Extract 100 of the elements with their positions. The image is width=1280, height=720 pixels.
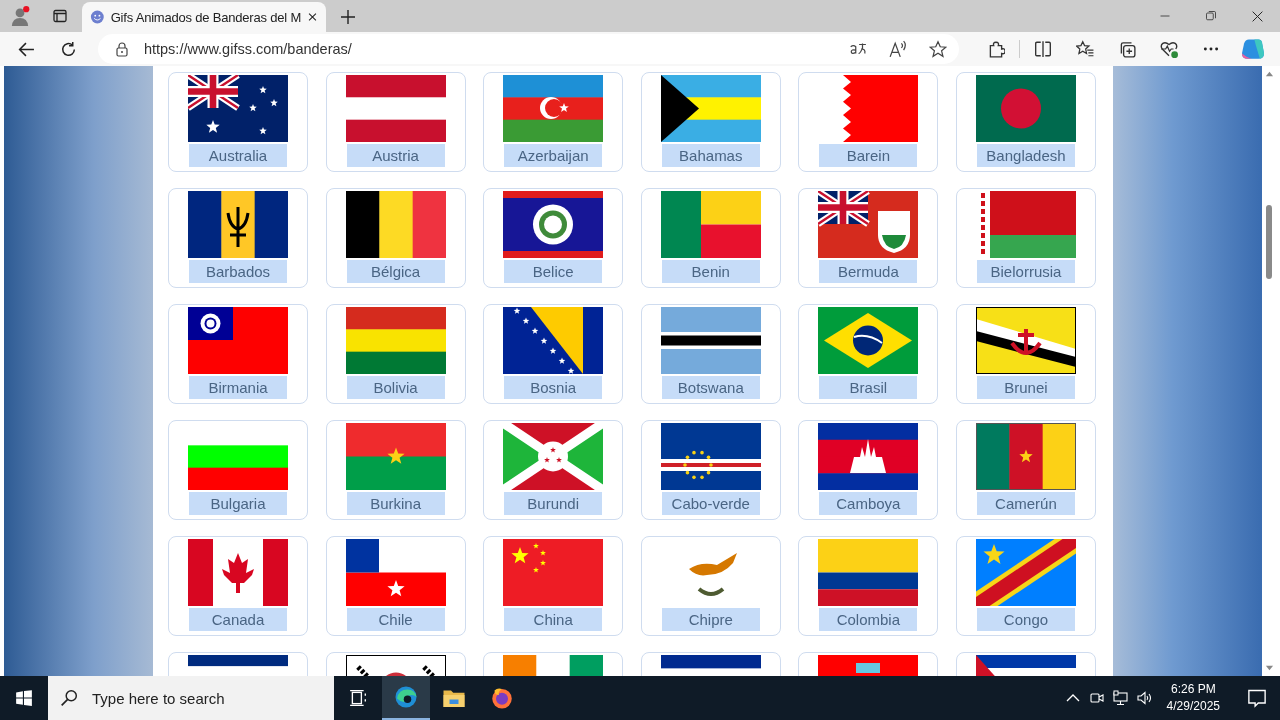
country-link[interactable]: Brunei: [976, 376, 1075, 399]
flag-icon[interactable]: [188, 191, 288, 258]
favorites-icon[interactable]: [1076, 40, 1095, 58]
windows-icon[interactable]: [15, 689, 33, 707]
flag-card[interactable]: Brunei: [955, 304, 1096, 404]
country-link[interactable]: Belice: [504, 260, 603, 283]
country-link[interactable]: Bielorrusia: [976, 260, 1075, 283]
flag-card[interactable]: Bielorrusia: [955, 188, 1096, 288]
volume-icon[interactable]: [1136, 690, 1153, 706]
flag-card[interactable]: Chile: [325, 536, 466, 636]
flag-icon[interactable]: [345, 539, 446, 606]
flag-icon[interactable]: [818, 307, 919, 374]
copilot-icon[interactable]: [1242, 38, 1265, 60]
country-link[interactable]: Benin: [661, 260, 760, 283]
flag-icon[interactable]: [503, 191, 604, 258]
flag-card[interactable]: Camboya: [798, 420, 939, 520]
country-link[interactable]: Burundi: [504, 492, 603, 515]
country-link[interactable]: Bosnia: [504, 376, 603, 399]
flag-icon[interactable]: [345, 191, 446, 258]
flag-icon[interactable]: [975, 307, 1076, 374]
read-aloud-icon[interactable]: [889, 40, 908, 58]
country-link[interactable]: Canada: [189, 608, 287, 631]
country-link[interactable]: Bélgica: [346, 260, 445, 283]
back-arrow-icon[interactable]: [18, 40, 36, 58]
country-link[interactable]: Barbados: [189, 260, 287, 283]
clock[interactable]: 6:26 PM 4/29/2025: [1160, 681, 1226, 715]
flag-card[interactable]: Benin: [640, 188, 781, 288]
flag-card[interactable]: Cabo-verde: [640, 420, 781, 520]
tab-actions-icon[interactable]: [52, 8, 68, 24]
star-icon[interactable]: [929, 40, 948, 58]
flag-card[interactable]: Australia: [168, 72, 308, 172]
scroll-down-icon[interactable]: [1264, 663, 1274, 672]
flag-card[interactable]: Bélgica: [325, 188, 466, 288]
profile-icon[interactable]: [10, 6, 30, 26]
country-link[interactable]: Bulgaria: [189, 492, 287, 515]
flag-icon[interactable]: [660, 423, 761, 490]
search-field[interactable]: Type here to search: [48, 676, 334, 720]
flag-card[interactable]: Bahamas: [640, 72, 781, 172]
country-link[interactable]: Burkina: [346, 492, 445, 515]
firefox-icon[interactable]: [490, 686, 514, 710]
close-icon[interactable]: [1250, 9, 1264, 23]
refresh-icon[interactable]: [60, 40, 78, 58]
plus-icon[interactable]: [340, 9, 356, 25]
close-icon[interactable]: [307, 11, 318, 23]
flag-card[interactable]: Camerún: [955, 420, 1096, 520]
flag-icon[interactable]: [503, 307, 604, 374]
flag-card[interactable]: Barein: [798, 72, 939, 172]
browser-tab[interactable]: Gifs Animados de Banderas del M: [82, 2, 326, 32]
network-icon[interactable]: [1112, 690, 1129, 706]
country-link[interactable]: Bahamas: [661, 144, 760, 167]
edge-icon[interactable]: [394, 685, 418, 709]
flag-card[interactable]: Bermuda: [798, 188, 939, 288]
flag-card[interactable]: Azerbaijan: [483, 72, 624, 172]
camera-icon[interactable]: [1088, 690, 1105, 706]
flag-card[interactable]: Burundi: [483, 420, 624, 520]
puzzle-icon[interactable]: [987, 40, 1006, 58]
country-link[interactable]: Camerún: [976, 492, 1075, 515]
scroll-up-icon[interactable]: [1264, 70, 1274, 79]
notification-icon[interactable]: [1247, 688, 1267, 708]
country-link[interactable]: Brasil: [819, 376, 918, 399]
country-link[interactable]: Camboya: [819, 492, 918, 515]
country-link[interactable]: China: [504, 608, 603, 631]
flag-icon[interactable]: [188, 75, 288, 142]
flag-card[interactable]: Barbados: [168, 188, 308, 288]
country-link[interactable]: Birmania: [189, 376, 287, 399]
flag-card[interactable]: Congo: [955, 536, 1096, 636]
flag-card[interactable]: Austria: [325, 72, 466, 172]
flag-card[interactable]: Bosnia: [483, 304, 624, 404]
flag-card[interactable]: Birmania: [168, 304, 308, 404]
flag-icon[interactable]: [818, 539, 919, 606]
country-link[interactable]: Bangladesh: [976, 144, 1075, 167]
country-link[interactable]: Botswana: [661, 376, 760, 399]
flag-card[interactable]: Bulgaria: [168, 420, 308, 520]
flag-card[interactable]: China: [483, 536, 624, 636]
country-link[interactable]: Azerbaijan: [504, 144, 603, 167]
flag-icon[interactable]: [818, 423, 919, 490]
country-link[interactable]: Chipre: [661, 608, 760, 631]
flag-card[interactable]: Colombia: [798, 536, 939, 636]
flag-card[interactable]: Canada: [168, 536, 308, 636]
flag-icon[interactable]: [818, 191, 919, 258]
flag-card[interactable]: Belice: [483, 188, 624, 288]
country-link[interactable]: Cabo-verde: [661, 492, 760, 515]
restore-icon[interactable]: [1205, 10, 1217, 22]
split-screen-icon[interactable]: [1034, 40, 1053, 58]
country-link[interactable]: Bolivia: [346, 376, 445, 399]
task-view-icon[interactable]: [349, 689, 367, 707]
lock-icon[interactable]: [113, 41, 130, 57]
country-link[interactable]: Barein: [819, 144, 918, 167]
address-bar[interactable]: https://www.gifss.com/banderas/: [97, 34, 960, 64]
country-link[interactable]: Colombia: [819, 608, 918, 631]
flag-card[interactable]: Bolivia: [325, 304, 466, 404]
flag-icon[interactable]: [660, 75, 761, 142]
collections-icon[interactable]: [1118, 40, 1137, 58]
country-link[interactable]: Chile: [346, 608, 445, 631]
flag-card[interactable]: Botswana: [640, 304, 781, 404]
flag-icon[interactable]: [660, 307, 761, 374]
country-link[interactable]: Austria: [346, 144, 445, 167]
flag-card[interactable]: Bangladesh: [955, 72, 1096, 172]
flag-card[interactable]: Brasil: [798, 304, 939, 404]
country-link[interactable]: Bermuda: [819, 260, 918, 283]
